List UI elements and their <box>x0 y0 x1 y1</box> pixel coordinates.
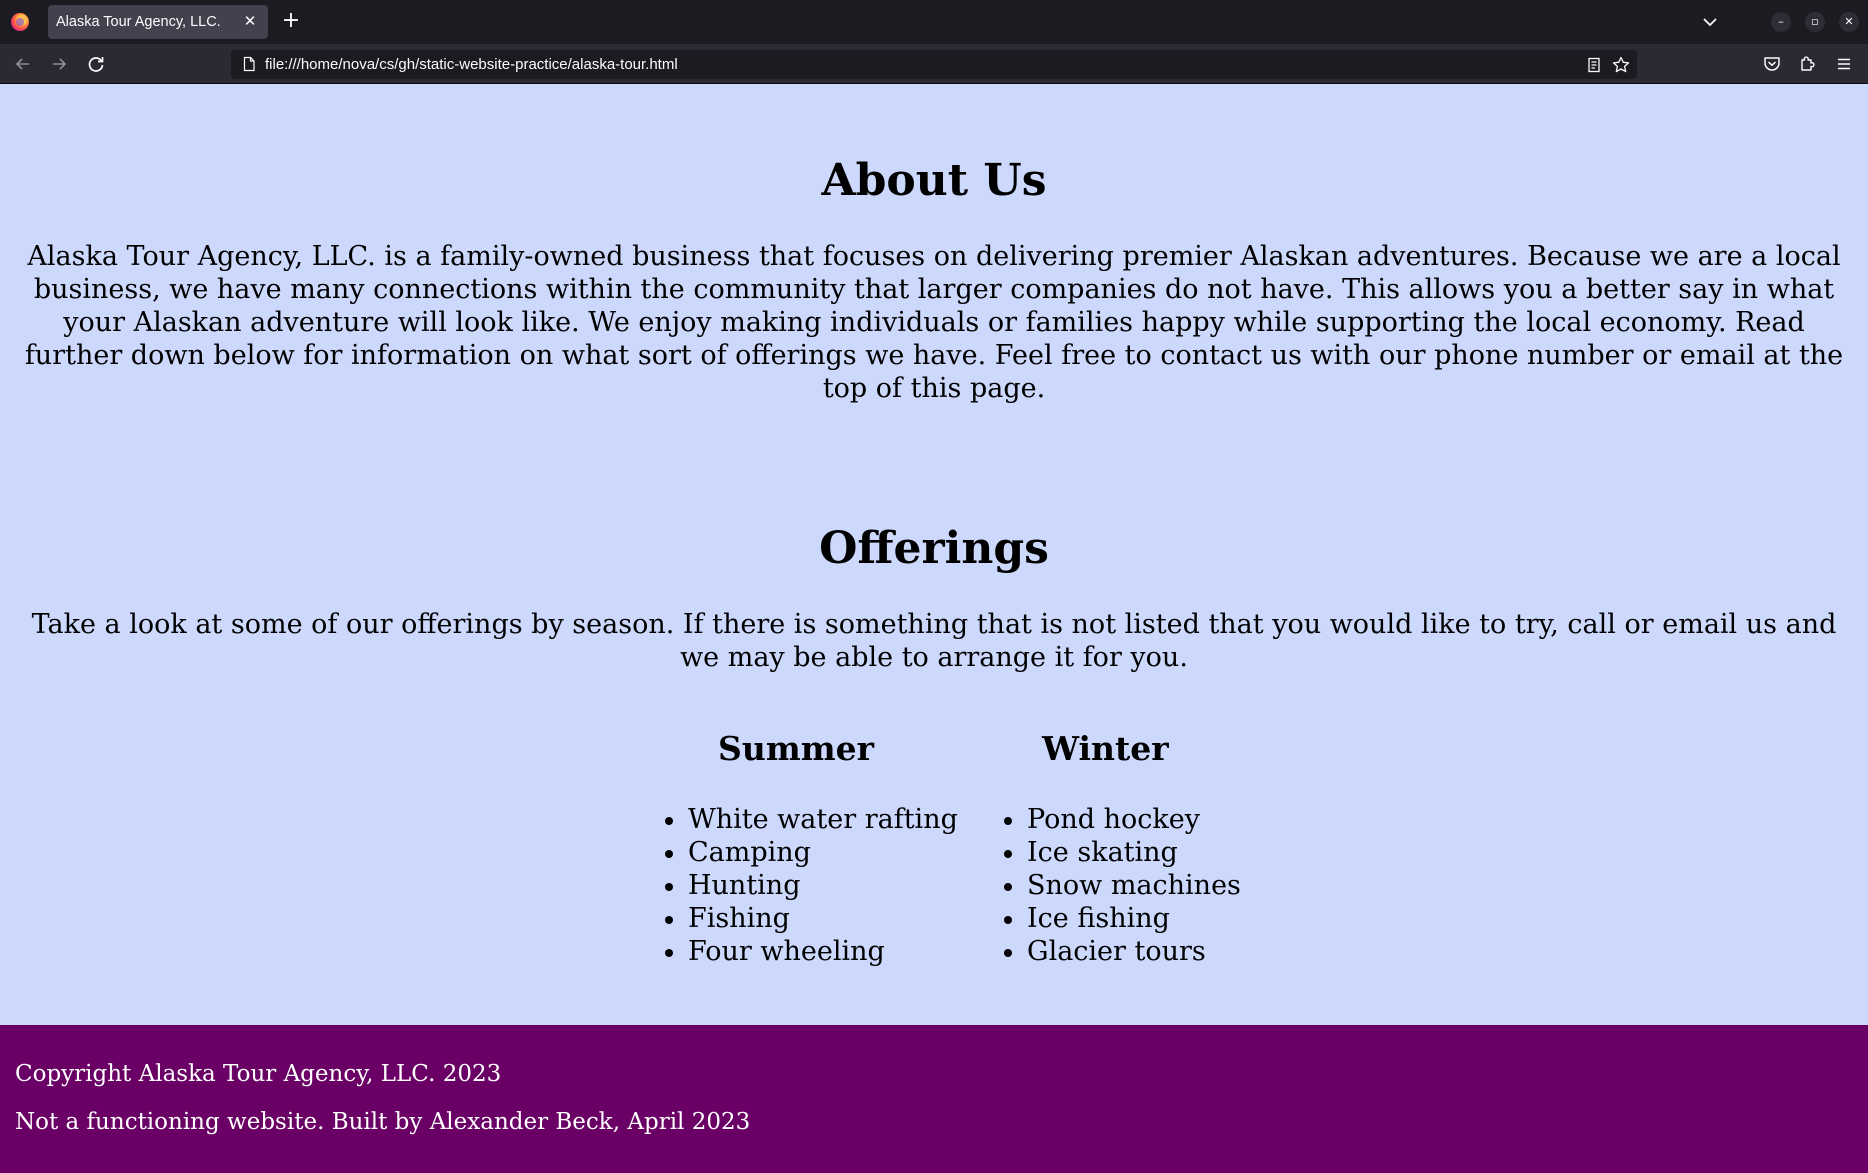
about-paragraph: Alaska Tour Agency, LLC. is a family-own… <box>24 241 1844 404</box>
reader-view-icon[interactable] <box>1584 55 1604 75</box>
list-item: Snow machines <box>1004 869 1241 902</box>
winter-list: Pond hockey Ice skating Snow machines Ic… <box>1004 803 1241 968</box>
list-item: White water rafting <box>665 803 958 836</box>
about-heading: About Us <box>821 155 1047 206</box>
offerings-paragraph: Take a look at some of our offerings by … <box>31 609 1837 673</box>
bullet-icon <box>1004 850 1012 858</box>
list-item-text: Ice fishing <box>1027 903 1170 934</box>
pocket-icon[interactable] <box>1760 52 1784 76</box>
list-item-text: Pond hockey <box>1027 804 1200 835</box>
summer-heading: Summer <box>718 729 875 768</box>
tab-list-chevron-icon[interactable] <box>1698 10 1722 34</box>
page-content: About Us Alaska Tour Agency, LLC. is a f… <box>0 85 1868 1025</box>
list-item-text: Four wheeling <box>688 936 885 967</box>
list-item-text: Glacier tours <box>1027 936 1206 967</box>
list-item-text: Camping <box>688 837 811 868</box>
bullet-icon <box>665 949 673 957</box>
bullet-icon <box>665 850 673 858</box>
bullet-icon <box>1004 916 1012 924</box>
reload-icon[interactable] <box>84 52 108 76</box>
list-item: Camping <box>665 836 958 869</box>
bullet-icon <box>665 916 673 924</box>
list-item: Glacier tours <box>1004 935 1241 968</box>
winter-heading: Winter <box>1042 729 1169 768</box>
minimize-window-icon[interactable]: – <box>1771 12 1791 32</box>
footer-copyright: Copyright Alaska Tour Agency, LLC. 2023 <box>15 1061 502 1087</box>
list-item: Four wheeling <box>665 935 958 968</box>
bullet-icon <box>665 817 673 825</box>
footer-note: Not a functioning website. Built by Alex… <box>15 1109 751 1135</box>
close-window-icon[interactable]: ✕ <box>1839 12 1859 32</box>
list-item-text: Ice skating <box>1027 837 1178 868</box>
list-item-text: Fishing <box>688 903 790 934</box>
url-bar[interactable]: file:///home/nova/cs/gh/static-website-p… <box>231 50 1637 79</box>
list-item-text: Snow machines <box>1027 870 1241 901</box>
browser-tab-bar: Alaska Tour Agency, LLC. ✕ + – ▫ ✕ <box>0 0 1868 44</box>
bullet-icon <box>1004 949 1012 957</box>
active-tab[interactable]: Alaska Tour Agency, LLC. ✕ <box>48 5 268 39</box>
menu-icon[interactable] <box>1832 52 1856 76</box>
bullet-icon <box>1004 817 1012 825</box>
extensions-icon[interactable] <box>1796 52 1820 76</box>
tab-close-icon[interactable]: ✕ <box>240 11 260 31</box>
page-icon <box>241 56 257 72</box>
browser-toolbar: file:///home/nova/cs/gh/static-website-p… <box>0 44 1868 84</box>
new-tab-icon[interactable]: + <box>279 10 303 34</box>
list-item-text: Hunting <box>688 870 801 901</box>
list-item: Ice skating <box>1004 836 1241 869</box>
page-footer: Copyright Alaska Tour Agency, LLC. 2023 … <box>0 1025 1868 1173</box>
list-item: Ice fishing <box>1004 902 1241 935</box>
firefox-logo-icon[interactable] <box>11 13 29 31</box>
url-text[interactable]: file:///home/nova/cs/gh/static-website-p… <box>265 56 678 73</box>
bookmark-star-icon[interactable] <box>1611 55 1631 75</box>
list-item: Hunting <box>665 869 958 902</box>
bullet-icon <box>1004 883 1012 891</box>
summer-list: White water rafting Camping Hunting Fish… <box>665 803 958 968</box>
forward-arrow-icon[interactable] <box>47 52 71 76</box>
tab-title: Alaska Tour Agency, LLC. <box>56 14 221 30</box>
list-item: Fishing <box>665 902 958 935</box>
list-item-text: White water rafting <box>688 804 958 835</box>
back-arrow-icon[interactable] <box>11 52 35 76</box>
list-item: Pond hockey <box>1004 803 1241 836</box>
restore-window-icon[interactable]: ▫ <box>1805 12 1825 32</box>
offerings-heading: Offerings <box>819 523 1049 574</box>
bullet-icon <box>665 883 673 891</box>
